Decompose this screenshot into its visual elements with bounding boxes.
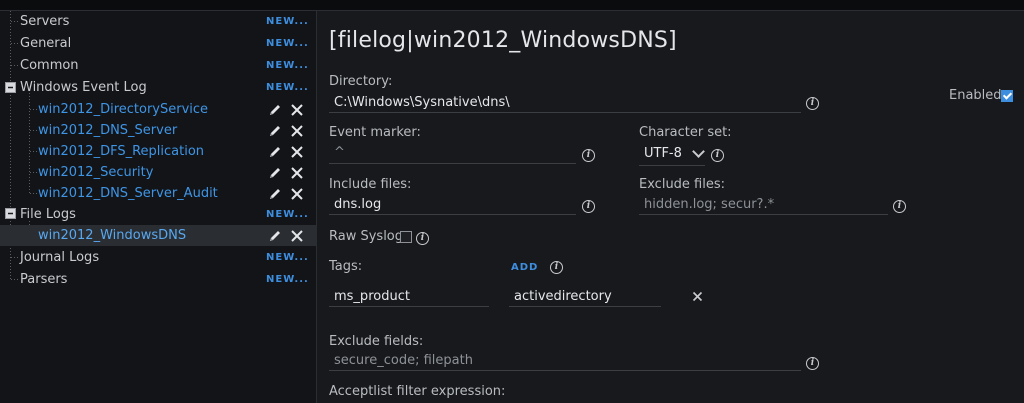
pencil-icon[interactable] bbox=[268, 103, 282, 117]
close-icon[interactable] bbox=[290, 145, 304, 159]
exclude-fields-label: Exclude fields: bbox=[329, 334, 424, 349]
new-general-button[interactable]: NEW... bbox=[266, 33, 309, 54]
character-set-underline bbox=[639, 165, 705, 166]
tag-value-input[interactable]: activedirectory bbox=[514, 289, 612, 304]
tree-item-win2012-windowsdns[interactable]: win2012_WindowsDNS bbox=[0, 225, 316, 246]
event-marker-input[interactable]: ^ bbox=[334, 145, 345, 160]
close-icon[interactable] bbox=[290, 166, 304, 180]
tree-item-label: win2012_DirectoryService bbox=[38, 102, 209, 117]
tree-item-label: General bbox=[20, 36, 72, 51]
pencil-icon[interactable] bbox=[268, 166, 282, 180]
tree-item-common[interactable]: Common NEW... bbox=[0, 55, 316, 76]
enabled-label: Enabled: bbox=[949, 88, 1006, 103]
exclude-fields-underline bbox=[329, 370, 801, 371]
tags-label: Tags: bbox=[329, 259, 363, 274]
character-set-label: Character set: bbox=[639, 125, 732, 140]
new-parser-button[interactable]: NEW... bbox=[266, 269, 309, 290]
tree-item-win2012-dfs-replication[interactable]: win2012_DFS_Replication bbox=[0, 141, 316, 162]
chevron-down-icon[interactable] bbox=[692, 145, 705, 158]
pencil-icon[interactable] bbox=[268, 187, 282, 201]
config-form: [filelog|win2012_WindowsDNS] Directory: … bbox=[317, 11, 1024, 403]
tree-item-windows-event-log[interactable]: Windows Event Log NEW... bbox=[0, 77, 316, 98]
new-server-button[interactable]: NEW... bbox=[266, 11, 309, 32]
close-icon[interactable] bbox=[290, 229, 304, 243]
tree-item-win2012-dns-server-audit[interactable]: win2012_DNS_Server_Audit bbox=[0, 183, 316, 204]
remove-tag-icon[interactable] bbox=[692, 291, 703, 302]
tree-item-label: Windows Event Log bbox=[20, 80, 147, 95]
tree-item-label: win2012_DNS_Server_Audit bbox=[38, 186, 218, 201]
directory-input[interactable]: C:\Windows\Sysnative\dns\ bbox=[334, 95, 510, 110]
tree-item-win2012-directoryservice[interactable]: win2012_DirectoryService bbox=[0, 99, 316, 120]
new-common-button[interactable]: NEW... bbox=[266, 55, 309, 76]
page-title: [filelog|win2012_WindowsDNS] bbox=[329, 28, 677, 53]
tag-key-input[interactable]: ms_product bbox=[334, 289, 410, 304]
exclude-files-input[interactable]: hidden.log; secur?.* bbox=[644, 197, 774, 212]
character-set-select[interactable]: UTF-8 bbox=[644, 146, 682, 161]
tree-item-label: win2012_DNS_Server bbox=[38, 123, 178, 138]
info-icon[interactable]: i bbox=[893, 200, 906, 213]
info-icon[interactable]: i bbox=[582, 200, 595, 213]
raw-syslog-checkbox[interactable] bbox=[400, 231, 412, 243]
close-icon[interactable] bbox=[290, 103, 304, 117]
add-tag-button[interactable]: ADD bbox=[511, 262, 538, 273]
tag-value-underline bbox=[509, 306, 661, 307]
tree-item-label: win2012_Security bbox=[38, 165, 154, 180]
event-marker-underline bbox=[329, 163, 576, 164]
close-icon[interactable] bbox=[290, 124, 304, 138]
new-file-log-button[interactable]: NEW... bbox=[266, 204, 309, 225]
tree-item-general[interactable]: General NEW... bbox=[0, 33, 316, 54]
enabled-checkbox[interactable] bbox=[1001, 90, 1013, 102]
sidebar: Servers NEW... General NEW... Common NEW… bbox=[0, 11, 317, 403]
info-icon[interactable]: i bbox=[550, 261, 563, 274]
pencil-icon[interactable] bbox=[268, 229, 282, 243]
tree-item-servers[interactable]: Servers NEW... bbox=[0, 11, 316, 32]
exclude-fields-input[interactable]: secure_code; filepath bbox=[334, 353, 473, 368]
tree-item-label: Common bbox=[20, 58, 79, 73]
include-files-underline bbox=[329, 214, 576, 215]
raw-syslog-label: Raw Syslog: bbox=[329, 229, 408, 244]
tree-item-file-logs[interactable]: File Logs NEW... bbox=[0, 204, 316, 225]
tree-item-label: win2012_WindowsDNS bbox=[38, 228, 187, 243]
new-journal-log-button[interactable]: NEW... bbox=[266, 247, 309, 268]
tag-key-underline bbox=[329, 306, 489, 307]
include-files-input[interactable]: dns.log bbox=[334, 197, 381, 212]
tree-item-journal-logs[interactable]: Journal Logs NEW... bbox=[0, 247, 316, 268]
info-icon[interactable]: i bbox=[806, 97, 819, 110]
tree-item-label: win2012_DFS_Replication bbox=[38, 144, 205, 159]
top-bar bbox=[0, 0, 1024, 11]
info-icon[interactable]: i bbox=[711, 149, 724, 162]
close-icon[interactable] bbox=[290, 187, 304, 201]
pencil-icon[interactable] bbox=[268, 124, 282, 138]
tree-item-parsers[interactable]: Parsers NEW... bbox=[0, 269, 316, 290]
directory-label: Directory: bbox=[329, 74, 393, 89]
tree-item-label: Parsers bbox=[20, 272, 68, 287]
tree-item-label: Journal Logs bbox=[20, 250, 100, 265]
exclude-files-underline bbox=[639, 214, 888, 215]
acceptlist-filter-label: Acceptlist filter expression: bbox=[329, 384, 506, 399]
tree-item-label: File Logs bbox=[20, 207, 76, 222]
tree-item-label: Servers bbox=[20, 14, 70, 29]
info-icon[interactable]: i bbox=[806, 357, 819, 370]
pencil-icon[interactable] bbox=[268, 145, 282, 159]
new-windows-event-log-button[interactable]: NEW... bbox=[266, 77, 309, 98]
event-marker-label: Event marker: bbox=[329, 125, 421, 140]
tree-item-win2012-dns-server[interactable]: win2012_DNS_Server bbox=[0, 120, 316, 141]
info-icon[interactable]: i bbox=[582, 149, 595, 162]
exclude-files-label: Exclude files: bbox=[639, 177, 726, 192]
app-window: Servers NEW... General NEW... Common NEW… bbox=[0, 11, 1024, 403]
directory-underline bbox=[329, 112, 801, 113]
info-icon[interactable]: i bbox=[416, 232, 429, 245]
include-files-label: Include files: bbox=[329, 177, 412, 192]
tree-item-win2012-security[interactable]: win2012_Security bbox=[0, 162, 316, 183]
